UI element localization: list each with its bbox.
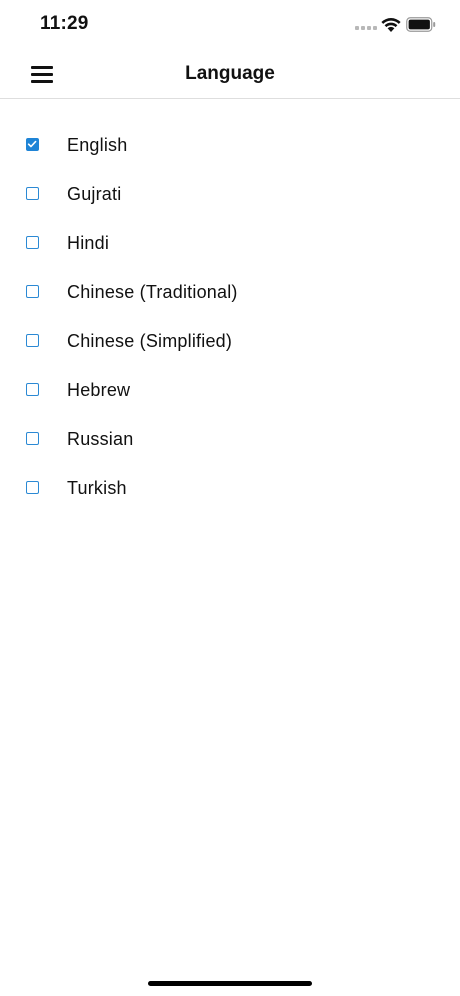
status-bar: 11:29 xyxy=(0,0,460,50)
checkbox[interactable] xyxy=(26,481,39,494)
language-label: Turkish xyxy=(67,478,127,498)
language-label: Russian xyxy=(67,429,134,449)
home-indicator xyxy=(148,981,312,986)
language-item-hebrew[interactable]: Hebrew xyxy=(0,366,460,415)
language-label: English xyxy=(67,135,128,155)
language-label: Gujrati xyxy=(67,184,122,204)
language-item-english[interactable]: English xyxy=(0,121,460,170)
wifi-icon xyxy=(380,15,402,33)
app-header: Language xyxy=(0,50,460,99)
language-item-turkish[interactable]: Turkish xyxy=(0,464,460,513)
checkmark-icon xyxy=(27,140,37,148)
cellular-signal-icon xyxy=(355,26,377,32)
checkbox[interactable] xyxy=(26,432,39,445)
language-item-chinese-traditional[interactable]: Chinese (Traditional) xyxy=(0,268,460,317)
language-item-hindi[interactable]: Hindi xyxy=(0,219,460,268)
checkbox[interactable] xyxy=(26,236,39,249)
checkbox-checked[interactable] xyxy=(26,138,39,151)
status-time: 11:29 xyxy=(40,13,89,34)
language-item-russian[interactable]: Russian xyxy=(0,415,460,464)
language-label: Chinese (Simplified) xyxy=(67,331,233,351)
language-item-gujrati[interactable]: Gujrati xyxy=(0,170,460,219)
checkbox[interactable] xyxy=(26,334,39,347)
checkbox[interactable] xyxy=(26,383,39,396)
checkbox[interactable] xyxy=(26,187,39,200)
language-label: Hindi xyxy=(67,233,110,253)
battery-icon xyxy=(406,17,436,32)
language-label: Hebrew xyxy=(67,380,131,400)
checkbox[interactable] xyxy=(26,285,39,298)
language-label: Chinese (Traditional) xyxy=(67,282,238,302)
language-list: English Gujrati Hindi Chinese (Tradition… xyxy=(0,121,460,513)
language-item-chinese-simplified[interactable]: Chinese (Simplified) xyxy=(0,317,460,366)
page-title: Language xyxy=(185,63,275,84)
